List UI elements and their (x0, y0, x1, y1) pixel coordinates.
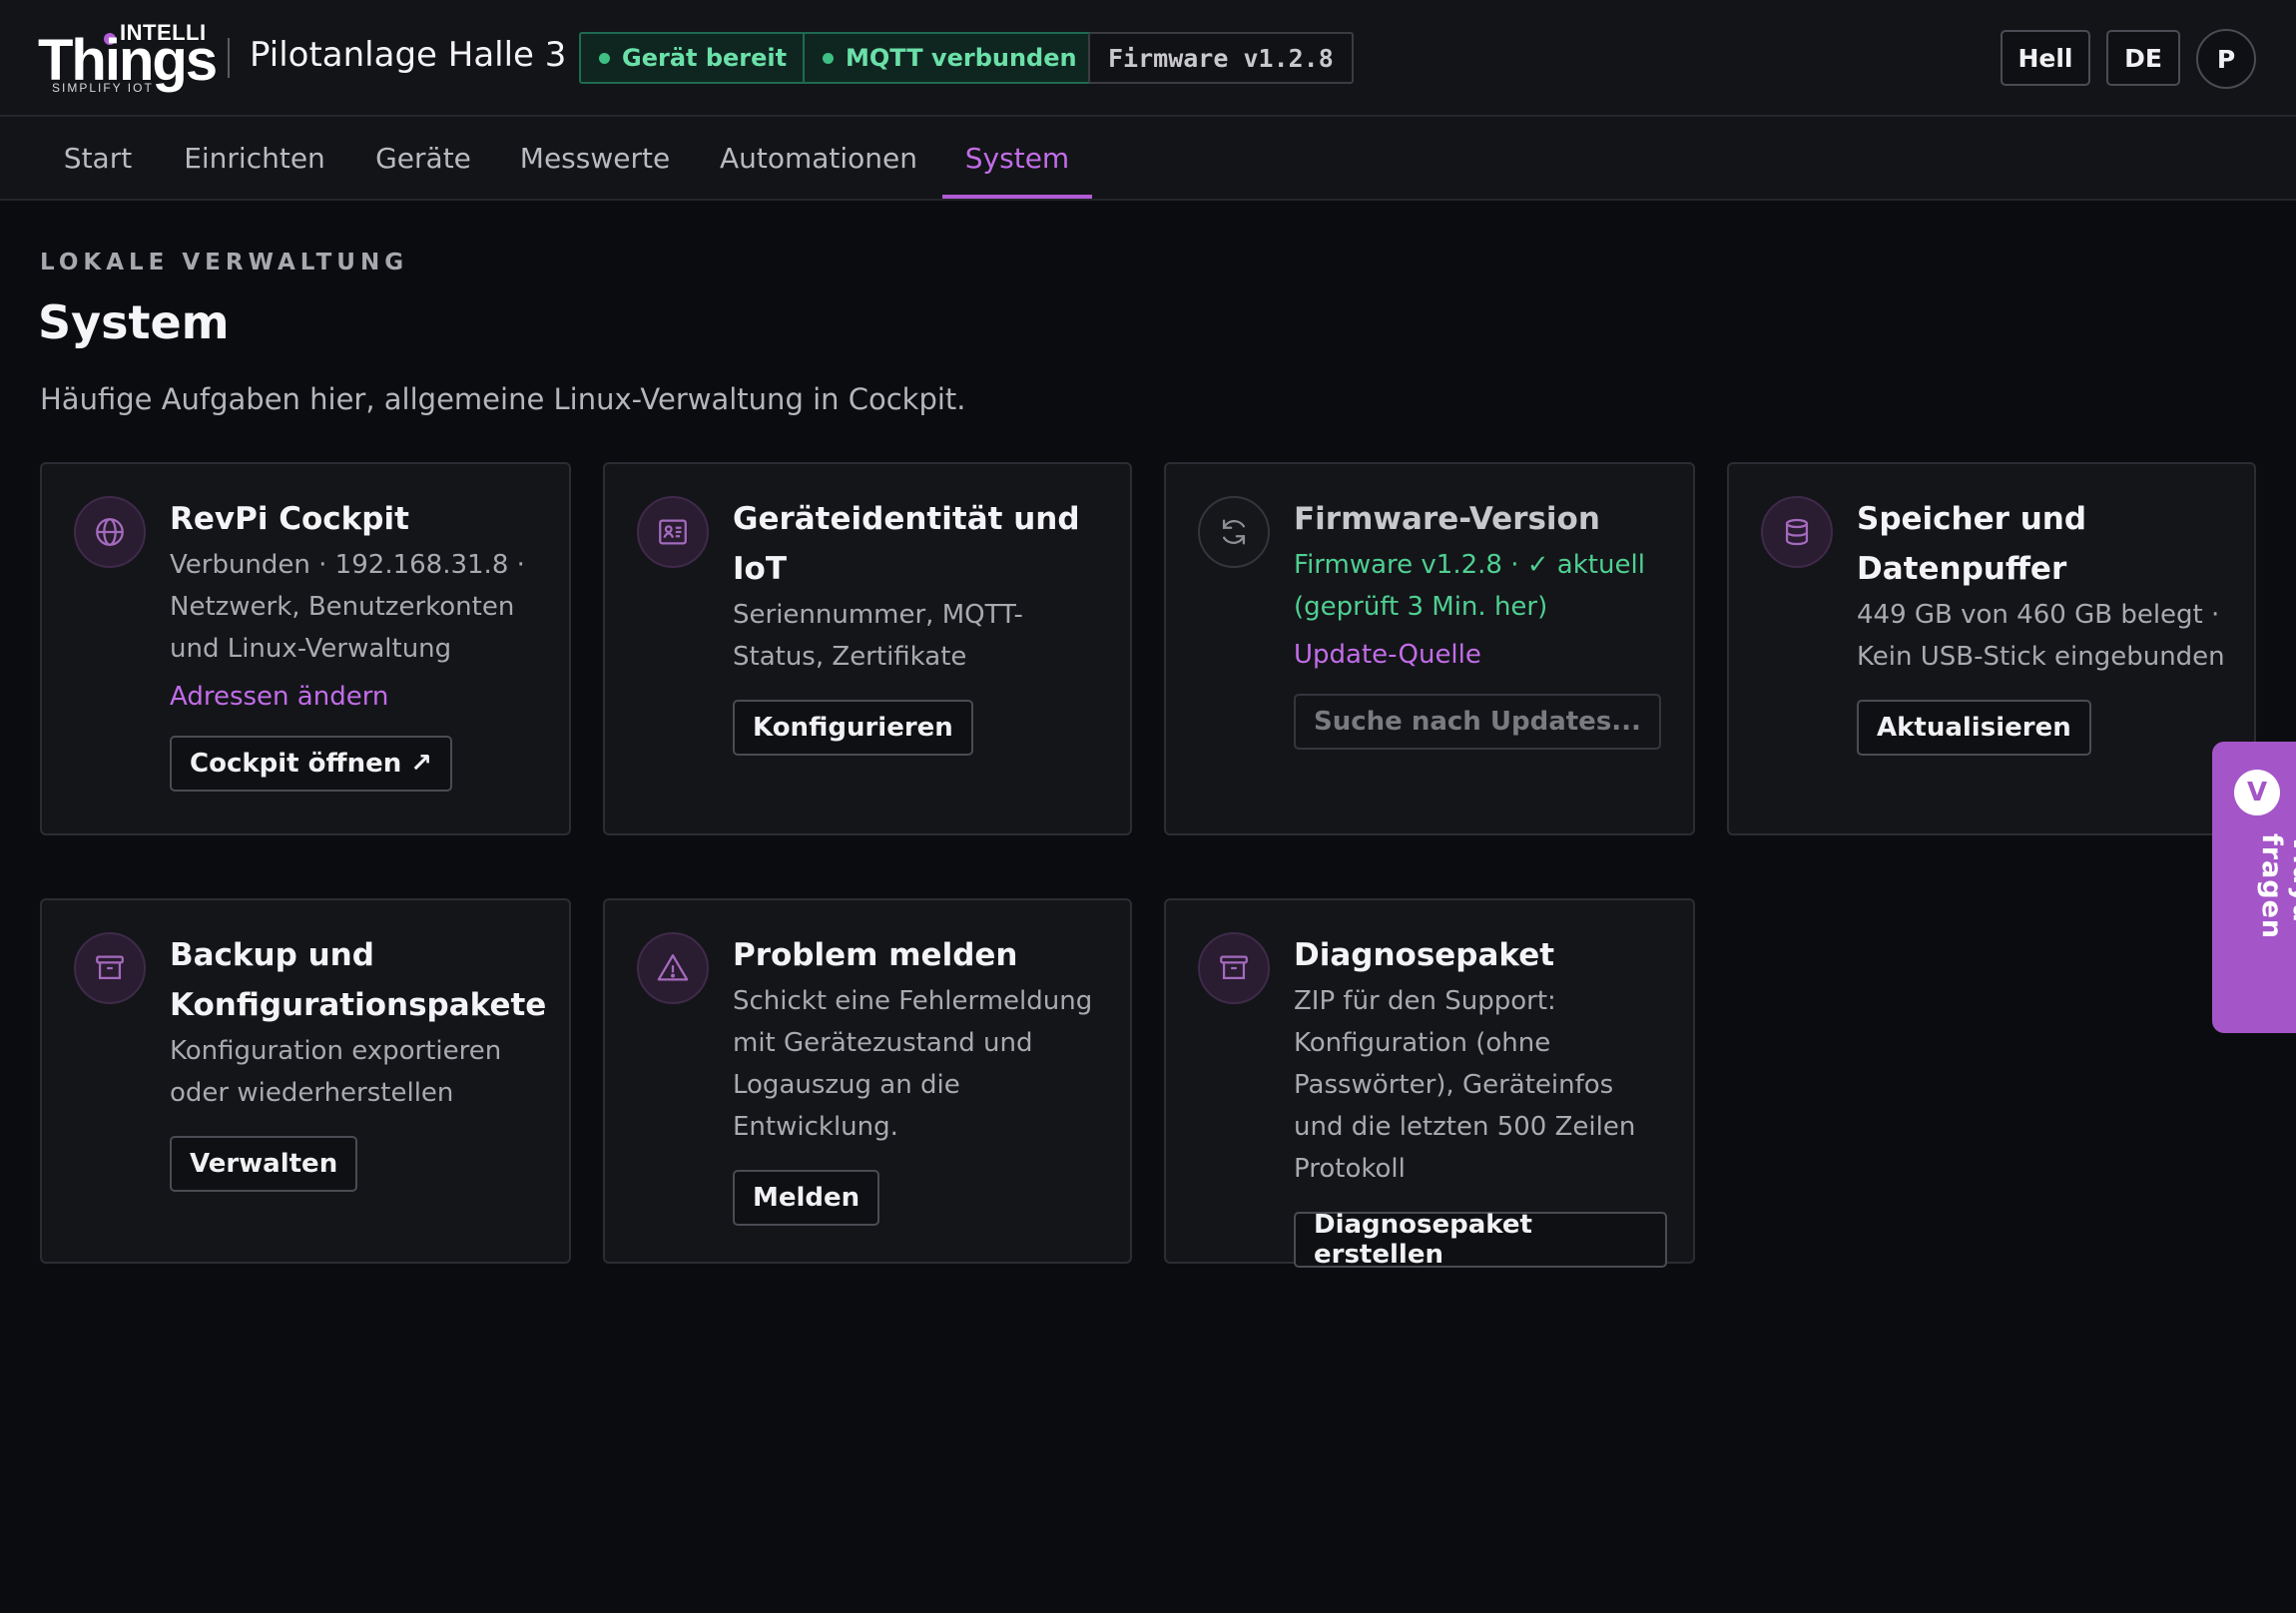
firmware-status-text: Firmware v1.2.8 · ✓ aktuell (geprüft 3 M… (1294, 550, 1645, 622)
card-title: Speicher und Datenpuffer (1857, 501, 2087, 587)
card-title: Problem melden (733, 937, 1018, 973)
card-title: Diagnosepaket (1294, 937, 1555, 973)
card-title: Backup und Konfigurationspakete (170, 937, 547, 1023)
globe-icon (74, 496, 146, 568)
card-backup: Backup und Konfigurationspakete Konfigur… (40, 898, 571, 1264)
database-icon (1761, 496, 1833, 568)
intellithings-logo[interactable]: INTELLI Things SIMPLIFY IOT (38, 18, 218, 98)
archive-icon (74, 932, 146, 1004)
archive-icon (1198, 932, 1270, 1004)
status-dot-icon (823, 52, 834, 64)
update-source-link[interactable]: Update-Quelle (1294, 634, 1667, 676)
tab-einrichten[interactable]: Einrichten (174, 117, 335, 199)
report-button[interactable]: Melden (733, 1170, 880, 1226)
main-nav: Start Einrichten Geräte Messwerte Automa… (0, 117, 2296, 201)
refresh-icon (1198, 496, 1270, 568)
status-badge-mqtt: MQTT verbunden (803, 32, 1097, 84)
page-subtitle: Häufige Aufgaben hier, allgemeine Linux-… (40, 382, 966, 416)
card-storage: Speicher und Datenpuffer 449 GB von 460 … (1727, 462, 2256, 835)
card-description: Konfiguration exportieren oder wiederher… (170, 1036, 502, 1108)
tab-geraete[interactable]: Geräte (361, 117, 485, 199)
change-addresses-link[interactable]: Adressen ändern (170, 676, 543, 718)
card-diagnostics: Diagnosepaket ZIP für den Support: Konfi… (1164, 898, 1695, 1270)
card-title: Geräteidentität und IoT (733, 501, 1080, 587)
tab-system[interactable]: System (942, 117, 1092, 199)
ask-vidya-tab[interactable]: V Vidya fragen (2212, 742, 2296, 1033)
section-eyebrow: LOKALE VERWALTUNG (40, 250, 409, 275)
status-badge-label: MQTT verbunden (846, 44, 1077, 72)
header-divider (228, 38, 230, 78)
card-description: ZIP für den Support: Konfiguration (ohne… (1294, 986, 1636, 1184)
site-title: Pilotanlage Halle 3 (250, 35, 567, 75)
status-badge-device: Gerät bereit (579, 32, 808, 84)
check-updates-button[interactable]: Suche nach Updates... (1294, 694, 1661, 750)
page-title: System (38, 295, 230, 349)
card-revpi-cockpit: RevPi Cockpit Verbunden · 192.168.31.8 ·… (40, 462, 571, 835)
create-diagnostics-button[interactable]: Diagnosepaket erstellen (1294, 1210, 1667, 1270)
card-description: 449 GB von 460 GB belegt · Kein USB-Stic… (1857, 600, 2225, 672)
configure-button[interactable]: Konfigurieren (733, 700, 973, 756)
card-title: RevPi Cockpit (170, 501, 409, 537)
id-card-icon (637, 496, 709, 568)
top-bar: INTELLI Things SIMPLIFY IOT Pilotanlage … (0, 0, 2296, 117)
card-device-identity: Geräteidentität und IoT Seriennummer, MQ… (603, 462, 1132, 835)
card-report-problem: Problem melden Schickt eine Fehlermeldun… (603, 898, 1132, 1264)
theme-toggle-button[interactable]: Hell (2001, 30, 2090, 86)
manage-backup-button[interactable]: Verwalten (170, 1136, 358, 1192)
avatar[interactable]: P (2196, 29, 2256, 89)
language-button[interactable]: DE (2106, 30, 2180, 86)
card-description: Verbunden · 192.168.31.8 · Netzwerk, Ben… (170, 550, 525, 664)
firmware-badge: Firmware v1.2.8 (1088, 32, 1354, 84)
ask-vidya-label: Vidya fragen (2256, 833, 2296, 940)
open-cockpit-button[interactable]: Cockpit öffnen ↗ (170, 736, 453, 792)
card-description: Schickt eine Fehlermeldung mit Gerätezus… (733, 986, 1093, 1142)
refresh-storage-button[interactable]: Aktualisieren (1857, 700, 2091, 756)
status-badge-label: Gerät bereit (622, 44, 788, 72)
tab-automationen[interactable]: Automationen (705, 117, 932, 199)
tab-messwerte[interactable]: Messwerte (511, 117, 679, 199)
status-dot-icon (599, 52, 610, 64)
tab-start[interactable]: Start (46, 117, 150, 199)
warning-icon (637, 932, 709, 1004)
card-description: Seriennummer, MQTT-Status, Zertifikate (733, 600, 1023, 672)
vidya-badge-icon: V (2234, 770, 2280, 815)
card-firmware-version: Firmware-Version Firmware v1.2.8 · ✓ akt… (1164, 462, 1695, 835)
card-title: Firmware-Version (1294, 501, 1600, 537)
logo-tagline: SIMPLIFY IOT (52, 81, 154, 95)
